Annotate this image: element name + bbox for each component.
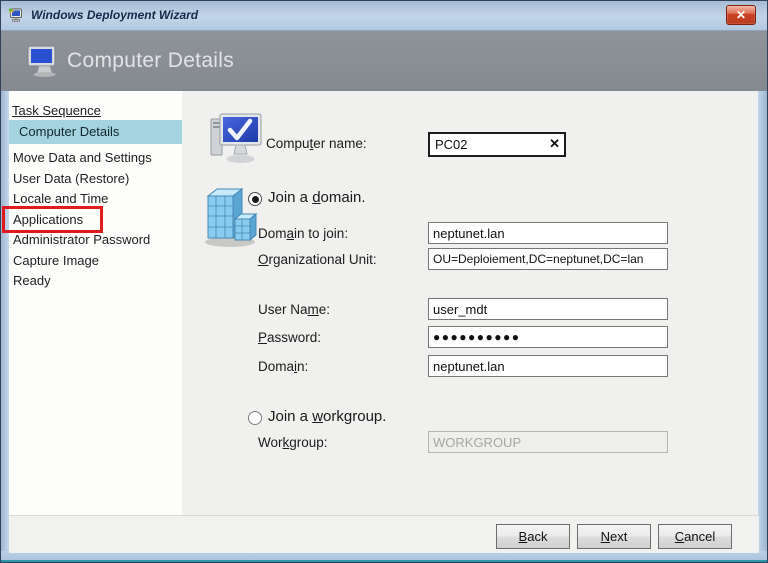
sidebar-item-task-sequence[interactable]: Task Sequence: [12, 103, 101, 118]
domain-to-join-input[interactable]: [428, 222, 668, 244]
join-workgroup-radio[interactable]: [248, 411, 262, 425]
user-name-input[interactable]: [428, 298, 668, 320]
sidebar-item-computer-details[interactable]: Computer Details: [9, 120, 182, 144]
cancel-button[interactable]: Cancel: [658, 524, 732, 549]
sidebar-item-locale-time[interactable]: Locale and Time: [13, 191, 108, 206]
clear-input-icon[interactable]: ✕: [549, 136, 560, 152]
workgroup-input: [428, 431, 668, 453]
sidebar-item-user-data[interactable]: User Data (Restore): [13, 171, 129, 186]
titlebar[interactable]: Windows Deployment Wizard ✕: [1, 1, 767, 31]
back-button[interactable]: Back: [496, 524, 570, 549]
app-icon: [8, 8, 22, 22]
page-title: Computer Details: [67, 49, 235, 72]
next-button[interactable]: Next: [577, 524, 651, 549]
join-workgroup-label[interactable]: Join a workgroup.: [268, 408, 386, 425]
wizard-steps-sidebar: Task Sequence Computer Details Move Data…: [9, 91, 182, 515]
user-name-label: User Name:: [258, 302, 331, 317]
sidebar-item-capture-image[interactable]: Capture Image: [13, 253, 99, 268]
computer-name-wrap: ✕: [428, 132, 566, 157]
page-header: Computer Details: [1, 31, 767, 91]
sidebar-item-ready[interactable]: Ready: [13, 273, 51, 288]
window-frame-right: [757, 91, 767, 562]
computer-check-icon: [210, 113, 262, 163]
computer-details-form: Computer name: ✕ Join a domain. Domain t…: [182, 91, 758, 515]
organizational-unit-input[interactable]: [428, 248, 668, 270]
password-input[interactable]: [428, 326, 668, 348]
computer-icon: [27, 45, 56, 77]
window-frame-left: [1, 91, 9, 562]
join-domain-radio[interactable]: [248, 192, 262, 206]
organizational-unit-label: Organizational Unit:: [258, 252, 377, 267]
wizard-window: Windows Deployment Wizard ✕ Computer Det…: [0, 0, 768, 563]
domain-to-join-label: Domain to join:: [258, 226, 349, 241]
close-button[interactable]: ✕: [726, 5, 756, 25]
domain-label: Domain:: [258, 359, 309, 374]
window-title: Windows Deployment Wizard: [31, 8, 199, 22]
workgroup-label: Workgroup:: [258, 435, 328, 450]
join-domain-label[interactable]: Join a domain.: [268, 189, 366, 206]
computer-name-input[interactable]: [428, 132, 566, 157]
footer-bar: Back Next Cancel: [9, 515, 759, 553]
sidebar-item-admin-password[interactable]: Administrator Password: [13, 232, 150, 247]
password-label: Password:: [258, 330, 322, 345]
computer-name-label: Computer name:: [266, 136, 367, 151]
domain-servers-icon: [205, 187, 258, 247]
sidebar-item-applications[interactable]: Applications: [13, 212, 83, 227]
sidebar-item-move-data[interactable]: Move Data and Settings: [13, 150, 152, 165]
domain-input[interactable]: [428, 355, 668, 377]
